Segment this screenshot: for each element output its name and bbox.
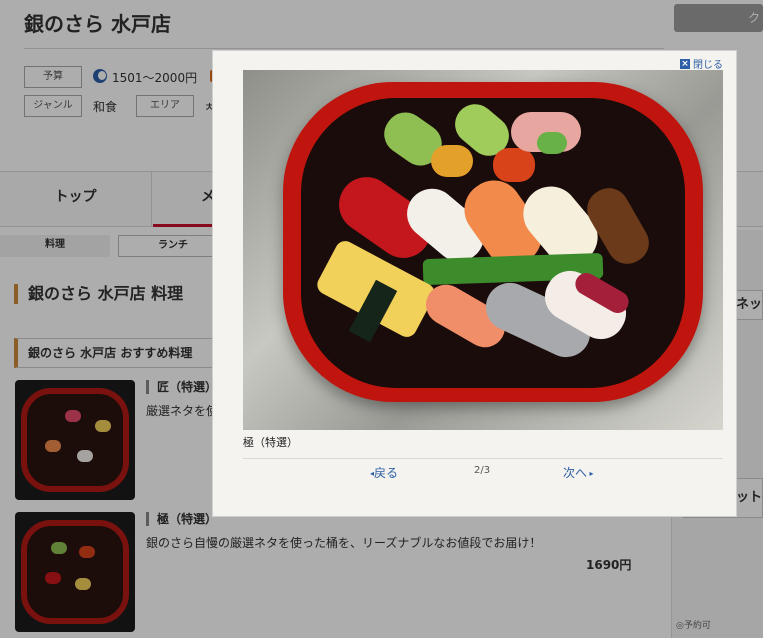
close-label[interactable]: 閉じる — [693, 56, 723, 71]
next-button[interactable]: 次へ ▸ — [563, 464, 594, 481]
prev-button[interactable]: ◂戻る — [370, 464, 398, 481]
close-icon[interactable]: × — [680, 58, 690, 69]
uni-topping — [431, 145, 473, 177]
next-label[interactable]: 次へ — [563, 466, 587, 480]
photo-lightbox: × 閉じる 極（特選） ◂戻る 2/3 次へ ▸ — [212, 50, 737, 517]
lightbox-divider — [243, 458, 723, 459]
chevron-right-icon[interactable]: ▸ — [587, 469, 594, 478]
green-peas — [537, 132, 567, 154]
ikura-topping — [493, 148, 535, 182]
photo-counter: 2/3 — [474, 465, 491, 476]
prev-label[interactable]: 戻る — [374, 466, 398, 480]
photo-caption: 極（特選） — [243, 436, 298, 449]
close-button[interactable]: × 閉じる — [680, 56, 723, 71]
dish-photo — [243, 70, 723, 430]
